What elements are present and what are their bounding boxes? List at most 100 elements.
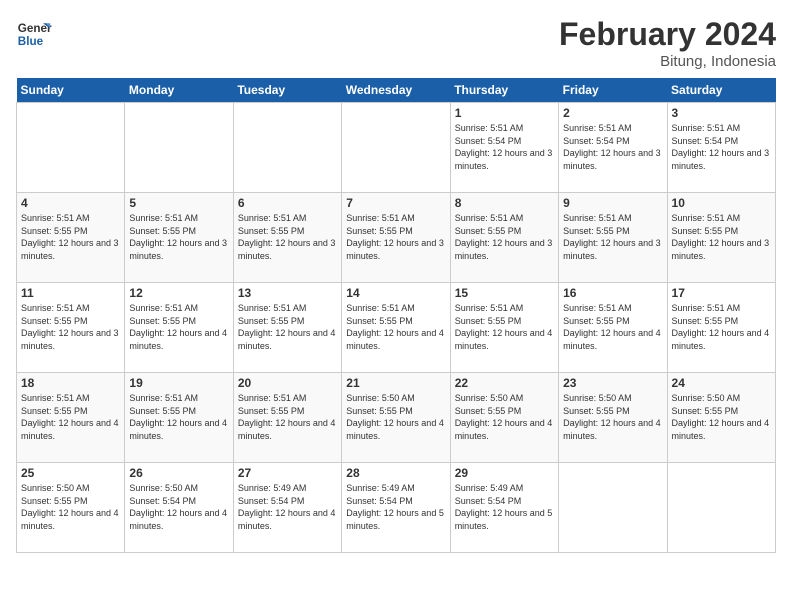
day-number: 23 bbox=[563, 376, 662, 390]
day-info: Sunrise: 5:50 AMSunset: 5:55 PMDaylight:… bbox=[672, 392, 771, 442]
calendar-cell bbox=[342, 103, 450, 193]
day-number: 13 bbox=[238, 286, 337, 300]
calendar-cell: 2 Sunrise: 5:51 AMSunset: 5:54 PMDaylight… bbox=[559, 103, 667, 193]
day-info: Sunrise: 5:51 AMSunset: 5:55 PMDaylight:… bbox=[563, 302, 662, 352]
calendar-cell: 8Sunrise: 5:51 AMSunset: 5:55 PMDaylight… bbox=[450, 193, 558, 283]
calendar-cell: 17 Sunrise: 5:51 AMSunset: 5:55 PMDayligh… bbox=[667, 283, 775, 373]
day-number: 17 bbox=[672, 286, 771, 300]
calendar-cell: 9 Sunrise: 5:51 AMSunset: 5:55 PMDaylight… bbox=[559, 193, 667, 283]
day-number: 16 bbox=[563, 286, 662, 300]
day-number: 24 bbox=[672, 376, 771, 390]
day-info: Sunrise: 5:51 AMSunset: 5:54 PMDaylight:… bbox=[563, 122, 662, 172]
day-number: 29 bbox=[455, 466, 554, 480]
day-info: Sunrise: 5:51 AMSunset: 5:55 PMDaylight:… bbox=[129, 392, 228, 442]
day-number: 7 bbox=[346, 196, 445, 210]
calendar-cell: 3 Sunrise: 5:51 AMSunset: 5:54 PMDaylight… bbox=[667, 103, 775, 193]
calendar-cell bbox=[125, 103, 233, 193]
day-info: Sunrise: 5:51 AMSunset: 5:55 PMDaylight:… bbox=[238, 302, 337, 352]
day-number: 22 bbox=[455, 376, 554, 390]
day-number: 9 bbox=[563, 196, 662, 210]
day-info: Sunrise: 5:51 AMSunset: 5:55 PMDaylight:… bbox=[672, 212, 771, 262]
calendar-cell: 13 Sunrise: 5:51 AMSunset: 5:55 PMDayligh… bbox=[233, 283, 341, 373]
calendar-week-3: 18 Sunrise: 5:51 AMSunset: 5:55 PMDayligh… bbox=[17, 373, 776, 463]
day-number: 14 bbox=[346, 286, 445, 300]
calendar-cell: 20 Sunrise: 5:51 AMSunset: 5:55 PMDayligh… bbox=[233, 373, 341, 463]
calendar-header-row: SundayMondayTuesdayWednesdayThursdayFrid… bbox=[17, 78, 776, 103]
day-info: Sunrise: 5:51 AMSunset: 5:55 PMDaylight:… bbox=[129, 302, 228, 352]
calendar-cell: 16 Sunrise: 5:51 AMSunset: 5:55 PMDayligh… bbox=[559, 283, 667, 373]
day-info: Sunrise: 5:51 AMSunset: 5:55 PMDaylight:… bbox=[238, 392, 337, 442]
month-title: February 2024 bbox=[559, 16, 776, 53]
calendar-cell: 10 Sunrise: 5:51 AMSunset: 5:55 PMDayligh… bbox=[667, 193, 775, 283]
day-info: Sunrise: 5:51 AMSunset: 5:54 PMDaylight:… bbox=[455, 122, 554, 172]
day-info: Sunrise: 5:50 AMSunset: 5:54 PMDaylight:… bbox=[129, 482, 228, 532]
calendar-cell: 22 Sunrise: 5:50 AMSunset: 5:55 PMDayligh… bbox=[450, 373, 558, 463]
calendar-cell: 1 Sunrise: 5:51 AMSunset: 5:54 PMDaylight… bbox=[450, 103, 558, 193]
calendar-cell: 25 Sunrise: 5:50 AMSunset: 5:55 PMDayligh… bbox=[17, 463, 125, 553]
day-info: Sunrise: 5:49 AMSunset: 5:54 PMDaylight:… bbox=[346, 482, 445, 532]
title-area: February 2024 Bitung, Indonesia bbox=[559, 16, 776, 70]
day-info: Sunrise: 5:50 AMSunset: 5:55 PMDaylight:… bbox=[563, 392, 662, 442]
calendar-cell bbox=[559, 463, 667, 553]
day-info: Sunrise: 5:51 AMSunset: 5:55 PMDaylight:… bbox=[238, 212, 337, 262]
day-number: 25 bbox=[21, 466, 120, 480]
calendar-cell: 14 Sunrise: 5:51 AMSunset: 5:55 PMDayligh… bbox=[342, 283, 450, 373]
calendar-cell bbox=[667, 463, 775, 553]
day-info: Sunrise: 5:51 AMSunset: 5:55 PMDaylight:… bbox=[21, 392, 120, 442]
day-info: Sunrise: 5:50 AMSunset: 5:55 PMDaylight:… bbox=[455, 392, 554, 442]
column-header-thursday: Thursday bbox=[450, 78, 558, 103]
column-header-monday: Monday bbox=[125, 78, 233, 103]
day-info: Sunrise: 5:49 AMSunset: 5:54 PMDaylight:… bbox=[238, 482, 337, 532]
calendar-cell: 23 Sunrise: 5:50 AMSunset: 5:55 PMDayligh… bbox=[559, 373, 667, 463]
day-info: Sunrise: 5:51 AMSunset: 5:55 PMDaylight:… bbox=[672, 302, 771, 352]
calendar-cell: 21 Sunrise: 5:50 AMSunset: 5:55 PMDayligh… bbox=[342, 373, 450, 463]
calendar-week-4: 25 Sunrise: 5:50 AMSunset: 5:55 PMDayligh… bbox=[17, 463, 776, 553]
day-info: Sunrise: 5:51 AMSunset: 5:55 PMDaylight:… bbox=[21, 302, 120, 352]
calendar-cell: 26 Sunrise: 5:50 AMSunset: 5:54 PMDayligh… bbox=[125, 463, 233, 553]
logo-icon: General Blue bbox=[16, 16, 52, 52]
calendar-week-1: 4 Sunrise: 5:51 AMSunset: 5:55 PMDaylight… bbox=[17, 193, 776, 283]
day-number: 20 bbox=[238, 376, 337, 390]
day-number: 6 bbox=[238, 196, 337, 210]
day-number: 21 bbox=[346, 376, 445, 390]
column-header-tuesday: Tuesday bbox=[233, 78, 341, 103]
column-header-saturday: Saturday bbox=[667, 78, 775, 103]
day-info: Sunrise: 5:51 AMSunset: 5:55 PMDaylight:… bbox=[21, 212, 120, 262]
calendar-cell: 12 Sunrise: 5:51 AMSunset: 5:55 PMDayligh… bbox=[125, 283, 233, 373]
day-info: Sunrise: 5:51 AMSunset: 5:55 PMDaylight:… bbox=[346, 302, 445, 352]
calendar-cell: 5Sunrise: 5:51 AMSunset: 5:55 PMDaylight… bbox=[125, 193, 233, 283]
day-number: 10 bbox=[672, 196, 771, 210]
calendar-cell: 6 Sunrise: 5:51 AMSunset: 5:55 PMDaylight… bbox=[233, 193, 341, 283]
day-number: 19 bbox=[129, 376, 228, 390]
day-number: 18 bbox=[21, 376, 120, 390]
calendar-cell: 11 Sunrise: 5:51 AMSunset: 5:55 PMDayligh… bbox=[17, 283, 125, 373]
day-info: Sunrise: 5:51 AMSunset: 5:55 PMDaylight:… bbox=[563, 212, 662, 262]
calendar-cell: 15Sunrise: 5:51 AMSunset: 5:55 PMDayligh… bbox=[450, 283, 558, 373]
day-number: 2 bbox=[563, 106, 662, 120]
day-info: Sunrise: 5:49 AMSunset: 5:54 PMDaylight:… bbox=[455, 482, 554, 532]
day-number: 3 bbox=[672, 106, 771, 120]
day-info: Sunrise: 5:50 AMSunset: 5:55 PMDaylight:… bbox=[21, 482, 120, 532]
calendar-cell: 24 Sunrise: 5:50 AMSunset: 5:55 PMDayligh… bbox=[667, 373, 775, 463]
calendar-cell bbox=[233, 103, 341, 193]
calendar-cell bbox=[17, 103, 125, 193]
day-info: Sunrise: 5:51 AMSunset: 5:54 PMDaylight:… bbox=[672, 122, 771, 172]
calendar-week-0: 1 Sunrise: 5:51 AMSunset: 5:54 PMDaylight… bbox=[17, 103, 776, 193]
day-number: 4 bbox=[21, 196, 120, 210]
calendar-table: SundayMondayTuesdayWednesdayThursdayFrid… bbox=[16, 78, 776, 553]
calendar-cell: 29 Sunrise: 5:49 AMSunset: 5:54 PMDayligh… bbox=[450, 463, 558, 553]
location-title: Bitung, Indonesia bbox=[559, 53, 776, 70]
day-number: 27 bbox=[238, 466, 337, 480]
day-info: Sunrise: 5:50 AMSunset: 5:55 PMDaylight:… bbox=[346, 392, 445, 442]
header: General Blue February 2024 Bitung, Indon… bbox=[16, 16, 776, 70]
day-number: 1 bbox=[455, 106, 554, 120]
day-info: Sunrise: 5:51 AMSunset: 5:55 PMDaylight:… bbox=[129, 212, 228, 262]
logo: General Blue bbox=[16, 16, 52, 52]
day-number: 12 bbox=[129, 286, 228, 300]
calendar-cell: 7Sunrise: 5:51 AMSunset: 5:55 PMDaylight… bbox=[342, 193, 450, 283]
day-info: Sunrise: 5:51 AMSunset: 5:55 PMDaylight:… bbox=[455, 212, 554, 262]
calendar-cell: 19 Sunrise: 5:51 AMSunset: 5:55 PMDayligh… bbox=[125, 373, 233, 463]
day-number: 11 bbox=[21, 286, 120, 300]
column-header-sunday: Sunday bbox=[17, 78, 125, 103]
day-number: 26 bbox=[129, 466, 228, 480]
